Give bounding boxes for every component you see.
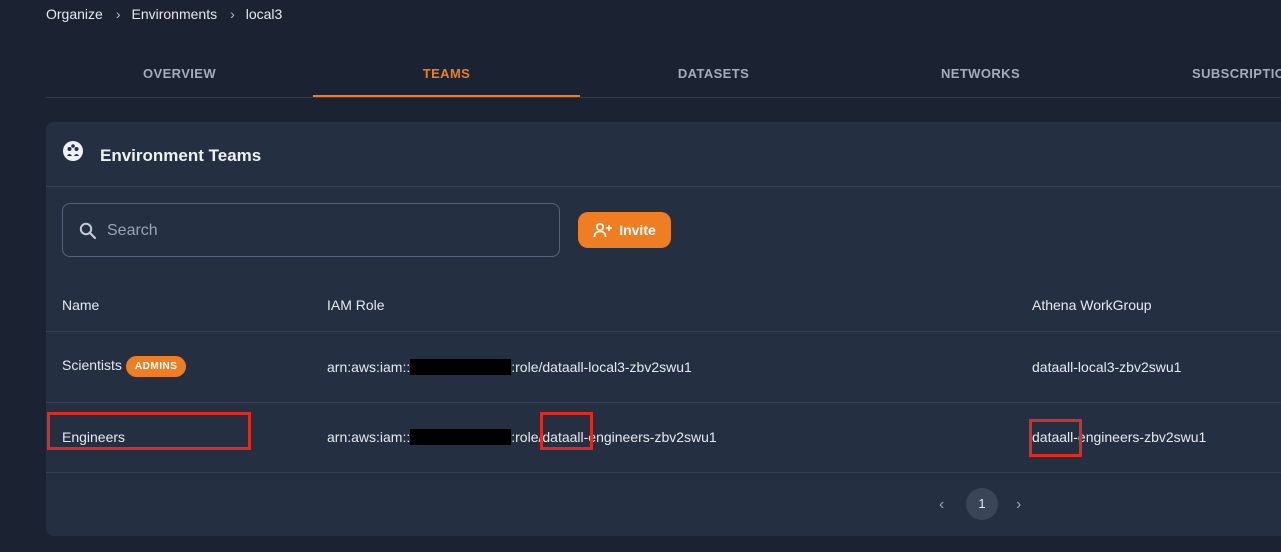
highlight-box <box>47 412 251 450</box>
search-icon <box>79 222 97 240</box>
add-user-icon <box>593 222 613 238</box>
highlight-box <box>540 412 593 450</box>
iam-role-suffix: :role/dataall-local3-zbv2swu1 <box>511 359 692 375</box>
tab-subscriptions[interactable]: SUBSCRIPTIO <box>1114 54 1281 96</box>
page-button[interactable]: 1 <box>966 488 998 520</box>
column-header-name[interactable]: Name <box>62 297 99 313</box>
tab-bar: OVERVIEW TEAMS DATASETS NETWORKS SUBSCRI… <box>46 54 1281 98</box>
admins-badge: ADMINS <box>125 356 187 377</box>
redacted-account-id <box>410 359 512 375</box>
card-title: Environment Teams <box>100 146 262 165</box>
iam-role-cell: arn:aws:iam:::role/dataall-engineers-zbv… <box>327 429 717 445</box>
search-box[interactable] <box>62 203 560 257</box>
iam-role-cell: arn:aws:iam:::role/dataall-local3-zbv2sw… <box>327 359 692 375</box>
redacted-account-id <box>410 429 512 445</box>
tab-datasets[interactable]: DATASETS <box>580 54 847 96</box>
iam-role-prefix: arn:aws:iam:: <box>327 429 411 445</box>
table-header: Name IAM Role Athena WorkGroup <box>46 259 1281 332</box>
column-header-athena-workgroup[interactable]: Athena WorkGroup <box>1032 297 1152 313</box>
team-name-cell: Scientists ADMINS <box>62 356 187 377</box>
breadcrumb-local3: local3 <box>245 6 283 22</box>
invite-button[interactable]: Invite <box>578 212 671 248</box>
athena-workgroup-cell: dataall-local3-zbv2swu1 <box>1032 359 1182 375</box>
breadcrumb-environments[interactable]: Environments <box>131 6 217 22</box>
tab-teams[interactable]: TEAMS <box>313 54 580 97</box>
search-input[interactable] <box>105 214 549 248</box>
team-name: Scientists <box>62 357 122 373</box>
breadcrumb-organize[interactable]: Organize <box>46 6 103 22</box>
table-row[interactable]: Scientists ADMINS arn:aws:iam:::role/data… <box>46 332 1281 403</box>
chevron-right-icon: › <box>115 6 121 22</box>
pagination: ‹ 1 › <box>46 488 1281 522</box>
column-header-iam-role[interactable]: IAM Role <box>327 297 385 313</box>
environment-teams-card: Environment Teams Invite Name IAM Role A… <box>46 122 1281 536</box>
tab-networks[interactable]: NETWORKS <box>847 54 1114 96</box>
table-row[interactable]: Engineers arn:aws:iam:::role/dataall-eng… <box>46 402 1281 473</box>
highlight-box <box>1029 419 1082 457</box>
chevron-left-icon[interactable]: ‹ <box>939 496 944 514</box>
team-icon <box>63 141 83 161</box>
card-header: Environment Teams <box>46 122 1281 187</box>
breadcrumb: Organize › Environments › local3 <box>46 6 282 22</box>
iam-role-prefix: arn:aws:iam:: <box>327 359 411 375</box>
chevron-right-icon: › <box>230 6 235 22</box>
chevron-right-icon[interactable]: › <box>1016 496 1021 514</box>
invite-label: Invite <box>619 222 656 238</box>
tab-overview[interactable]: OVERVIEW <box>46 54 313 96</box>
